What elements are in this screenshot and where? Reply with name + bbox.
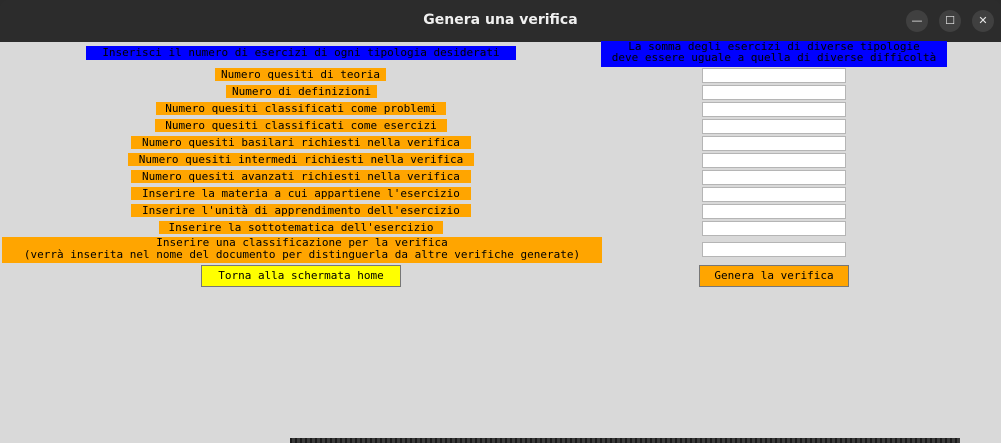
label-sottotematica: Inserire la sottotematica dell'esercizio <box>159 221 443 234</box>
minimize-button[interactable]: — <box>906 10 928 32</box>
generate-button[interactable]: Genera la verifica <box>699 265 849 287</box>
window-title: Genera una verifica <box>423 12 578 28</box>
label-materia: Inserire la materia a cui appartiene l'e… <box>131 187 471 200</box>
maximize-icon: ☐ <box>945 14 955 27</box>
close-button[interactable]: ✕ <box>972 10 994 32</box>
field-classificazione[interactable] <box>702 242 846 257</box>
close-icon: ✕ <box>978 14 988 27</box>
label-intermedi: Numero quesiti intermedi richiesti nella… <box>128 153 474 166</box>
field-problemi[interactable] <box>702 102 846 117</box>
field-materia[interactable] <box>702 187 846 202</box>
field-definizioni[interactable] <box>702 85 846 100</box>
field-esercizi[interactable] <box>702 119 846 134</box>
title-bar: Genera una verifica — ☐ ✕ <box>0 0 1001 42</box>
info-label-left: Inserisci il numero di esercizi di ogni … <box>86 46 516 60</box>
label-teoria: Numero quesiti di teoria <box>215 68 386 81</box>
label-esercizi: Numero quesiti classificati come eserciz… <box>155 119 447 132</box>
label-unita: Inserire l'unità di apprendimento dell'e… <box>131 204 471 217</box>
field-unita[interactable] <box>702 204 846 219</box>
home-button[interactable]: Torna alla schermata home <box>201 265 401 287</box>
field-sottotematica[interactable] <box>702 221 846 236</box>
field-avanzati[interactable] <box>702 170 846 185</box>
info-label-right: La somma degli esercizi di diverse tipol… <box>601 41 947 67</box>
field-intermedi[interactable] <box>702 153 846 168</box>
label-definizioni: Numero di definizioni <box>226 85 377 98</box>
label-basilari: Numero quesiti basilari richiesti nella … <box>131 136 471 149</box>
maximize-button[interactable]: ☐ <box>939 10 961 32</box>
label-problemi: Numero quesiti classificati come problem… <box>156 102 446 115</box>
label-classificazione: Inserire una classificazione per la veri… <box>2 237 602 263</box>
label-avanzati: Numero quesiti avanzati richiesti nella … <box>131 170 471 183</box>
field-teoria[interactable] <box>702 68 846 83</box>
field-basilari[interactable] <box>702 136 846 151</box>
minimize-icon: — <box>911 14 923 27</box>
desktop-background-strip <box>290 438 960 443</box>
